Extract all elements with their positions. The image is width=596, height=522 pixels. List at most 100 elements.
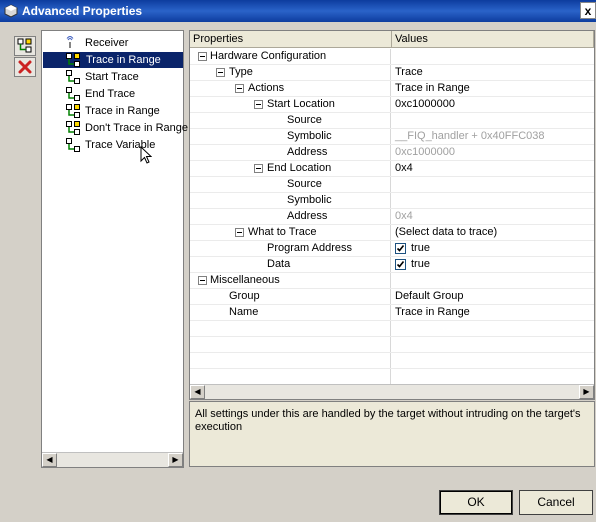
property-value[interactable]: Trace in Range [395,81,470,96]
property-value[interactable]: 0x4 [395,161,413,176]
collapse-icon[interactable] [254,100,263,109]
grid-horizontal-scrollbar[interactable]: ◀ ▶ [190,384,594,399]
collapse-icon[interactable] [198,52,207,61]
property-label: Source [287,178,322,190]
property-row[interactable]: End Location 0x4 [190,161,594,177]
list-horizontal-scrollbar[interactable]: ◀ ▶ [42,452,183,467]
property-value[interactable]: 0x4 [395,209,413,224]
property-row[interactable]: Symbolic __FIQ_handler + 0x40FFC038 [190,129,594,145]
property-row[interactable]: Actions Trace in Range [190,81,594,97]
close-button[interactable]: x [580,2,596,19]
property-row[interactable]: Symbolic [190,193,594,209]
property-value[interactable]: Default Group [395,289,463,304]
property-value[interactable]: 0xc1000000 [395,145,455,160]
property-row[interactable]: What to Trace (Select data to trace) [190,225,594,241]
ok-button[interactable]: OK [439,490,513,515]
property-cell [190,321,391,336]
property-grid: Properties Values Hardware Configuration… [189,30,595,400]
scroll-right-arrow-icon[interactable]: ▶ [579,385,594,399]
trace-point-icon [66,87,80,101]
property-value[interactable]: (Select data to trace) [395,225,497,240]
property-row[interactable]: Name Trace in Range [190,305,594,321]
property-cell: What to Trace [190,225,391,240]
property-row[interactable]: Miscellaneous [190,273,594,289]
scroll-left-arrow-icon[interactable]: ◀ [42,453,57,467]
cancel-button[interactable]: Cancel [519,490,593,515]
mouse-cursor-icon [140,146,152,164]
property-label: Symbolic [287,194,332,206]
property-row[interactable] [190,369,594,385]
property-value[interactable]: Trace in Range [395,305,470,320]
property-label: End Location [267,162,332,174]
collapse-icon[interactable] [254,164,263,173]
property-cell: Group [190,289,391,304]
trace-range-icon [66,121,80,135]
property-label: Miscellaneous [210,274,280,286]
property-value[interactable]: 0xc1000000 [395,97,455,112]
property-row[interactable]: Address 0xc1000000 [190,145,594,161]
property-row[interactable]: Hardware Configuration [190,49,594,65]
property-cell: Program Address [190,241,391,256]
property-cell: Miscellaneous [190,273,391,288]
list-item-label: Don't Trace in Range [85,122,188,134]
property-cell: Start Location [190,97,391,112]
property-value[interactable]: __FIQ_handler + 0x40FFC038 [395,129,545,144]
property-cell: Source [190,177,391,192]
property-row[interactable]: Address 0x4 [190,209,594,225]
property-row[interactable]: Type Trace [190,65,594,81]
property-row[interactable]: Data true [190,257,594,273]
add-item-button[interactable] [14,36,36,56]
scroll-right-arrow-icon[interactable]: ▶ [168,453,183,467]
collapse-icon[interactable] [216,68,225,77]
trace-range-icon [66,104,80,118]
receiver-icon [66,36,80,50]
property-label: Symbolic [287,130,332,142]
list-item[interactable]: Don't Trace in Range [64,120,188,136]
property-label: Type [229,66,253,78]
property-row[interactable]: Program Address true [190,241,594,257]
advanced-properties-dialog: Advanced Properties x Receiver Trace in R… [0,0,596,522]
property-label: Start Location [267,98,335,110]
property-cell: End Location [190,161,391,176]
property-label: Hardware Configuration [210,50,327,62]
trace-point-icon [66,138,80,152]
property-value[interactable]: true [395,241,430,256]
property-label: Actions [248,82,285,94]
property-row[interactable]: Start Location 0xc1000000 [190,97,594,113]
property-row[interactable] [190,353,594,369]
property-label: Program Address [267,242,352,254]
trace-point-list[interactable]: Receiver Trace in Range Start Trace End Tra… [41,30,188,468]
trace-range-icon [66,53,80,67]
checkbox[interactable] [395,243,406,254]
property-cell: Type [190,65,391,80]
property-row[interactable]: Source [190,177,594,193]
property-cell: Address [190,209,391,224]
property-cell: Symbolic [190,193,391,208]
property-label: What to Trace [248,226,317,238]
delete-item-button[interactable] [14,57,36,77]
collapse-icon[interactable] [235,84,244,93]
collapse-icon[interactable] [198,276,207,285]
property-cell: Data [190,257,391,272]
property-value[interactable]: true [395,257,430,272]
property-cell [190,337,391,352]
property-label: Address [287,146,328,158]
property-value[interactable]: Trace [395,65,423,80]
property-row[interactable]: Source [190,113,594,129]
scroll-left-arrow-icon[interactable]: ◀ [190,385,205,399]
properties-column-header[interactable]: Properties [190,31,392,48]
list-item[interactable]: Trace in Range [43,52,183,68]
property-row[interactable]: Group Default Group [190,289,594,305]
property-cell: Hardware Configuration [190,49,391,64]
property-label: Group [229,290,260,302]
property-row[interactable] [190,321,594,337]
values-column-header[interactable]: Values [392,31,594,48]
checkbox[interactable] [395,259,406,270]
property-cell: Name [190,305,391,320]
property-cell: Symbolic [190,129,391,144]
property-label: Source [287,114,322,126]
trace-point-icon [66,70,80,84]
property-row[interactable] [190,337,594,353]
collapse-icon[interactable] [235,228,244,237]
add-trace-icon [17,38,32,53]
